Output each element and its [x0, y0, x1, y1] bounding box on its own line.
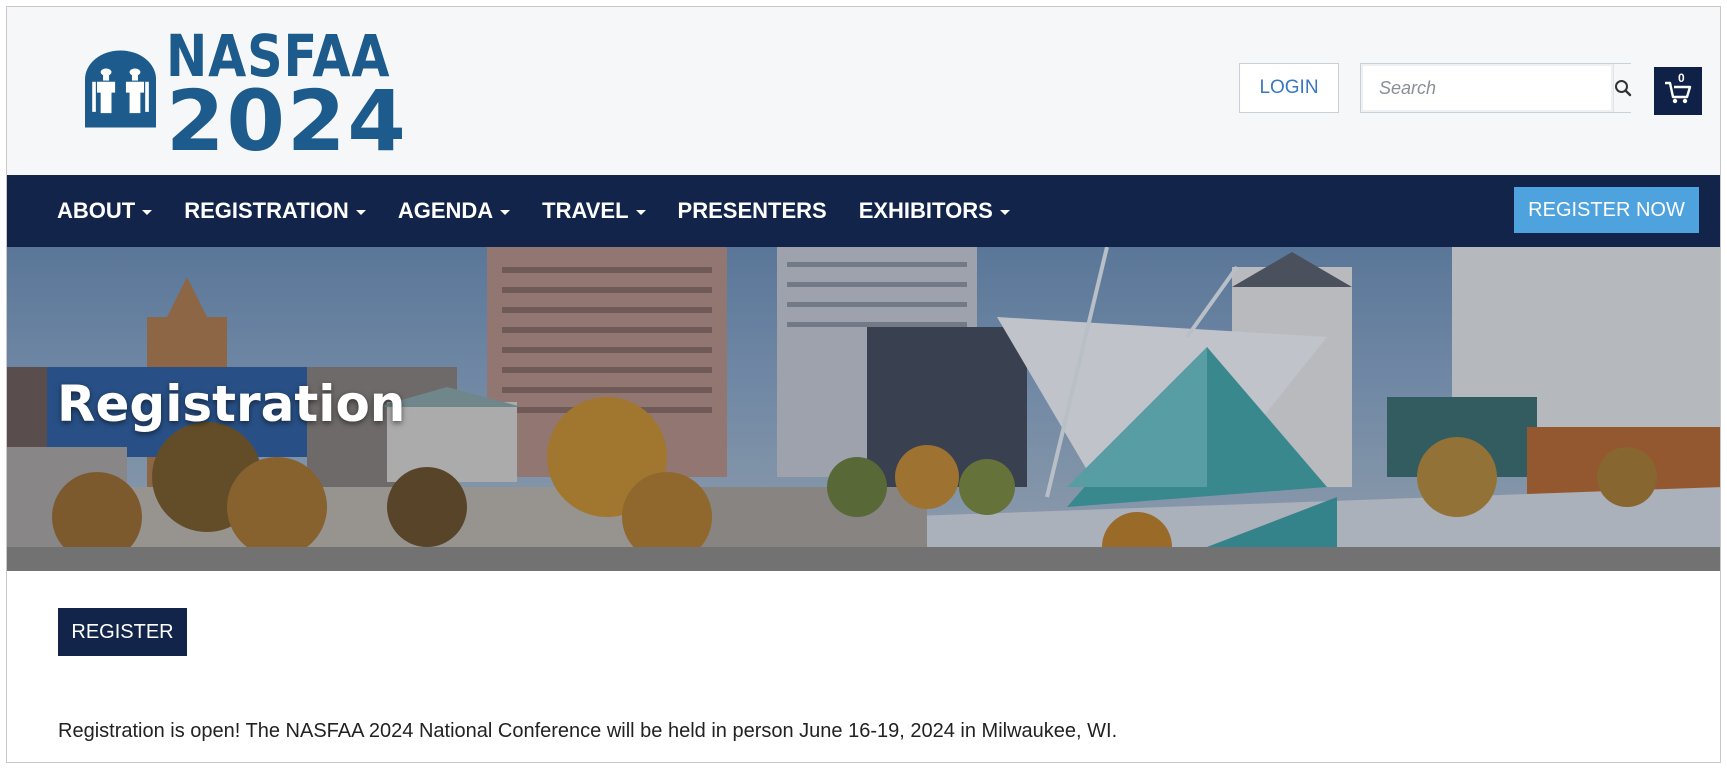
hero-banner: Registration [7, 247, 1720, 571]
caret-down-icon [355, 209, 366, 215]
site-logo[interactable]: NASFAA 2024 [85, 25, 430, 163]
logo-line2: 2024 [166, 72, 408, 170]
search-box [1360, 63, 1632, 113]
cart-count: 0 [1678, 71, 1685, 85]
nav-item-presenters[interactable]: PRESENTERS [678, 198, 827, 224]
nav-item-label: TRAVEL [542, 198, 629, 223]
caret-down-icon [635, 209, 646, 215]
logo-text: NASFAA 2024 [166, 25, 430, 163]
nav-item-agenda[interactable]: AGENDA [397, 198, 511, 224]
nasfaa-logo-icon [85, 50, 157, 128]
register-button[interactable]: REGISTER [58, 608, 187, 656]
register-now-button[interactable]: REGISTER NOW [1514, 187, 1699, 233]
logo-line1: NASFAA [166, 22, 391, 90]
cart-button[interactable]: 0 [1654, 67, 1702, 115]
nav-item-travel[interactable]: TRAVEL [542, 198, 646, 224]
nav-item-label: AGENDA [397, 198, 494, 223]
main-nav: ABOUT REGISTRATION AGENDA TRAVEL PRESENT… [7, 175, 1720, 247]
caret-down-icon [142, 209, 153, 215]
nav-item-label: EXHIBITORS [858, 198, 993, 223]
page-frame: NASFAA 2024 LOGIN 0 [6, 6, 1721, 763]
nav-item-registration[interactable]: REGISTRATION [184, 198, 366, 224]
nav-item-about[interactable]: ABOUT [57, 198, 153, 224]
search-icon [1615, 80, 1632, 97]
nav-item-label: ABOUT [57, 198, 136, 223]
nav-menu: ABOUT REGISTRATION AGENDA TRAVEL PRESENT… [57, 175, 1042, 247]
page-title: Registration [57, 375, 406, 433]
nav-item-label: PRESENTERS [677, 198, 827, 223]
site-header: NASFAA 2024 LOGIN 0 [7, 7, 1720, 175]
nav-item-exhibitors[interactable]: EXHIBITORS [859, 198, 1010, 224]
caret-down-icon [999, 209, 1010, 215]
login-button[interactable]: LOGIN [1239, 63, 1339, 113]
search-button[interactable] [1613, 64, 1632, 112]
intro-text: Registration is open! The NASFAA 2024 Na… [58, 720, 1118, 742]
nav-item-label: REGISTRATION [184, 198, 349, 223]
caret-down-icon [500, 209, 511, 215]
search-input[interactable] [1361, 64, 1613, 112]
